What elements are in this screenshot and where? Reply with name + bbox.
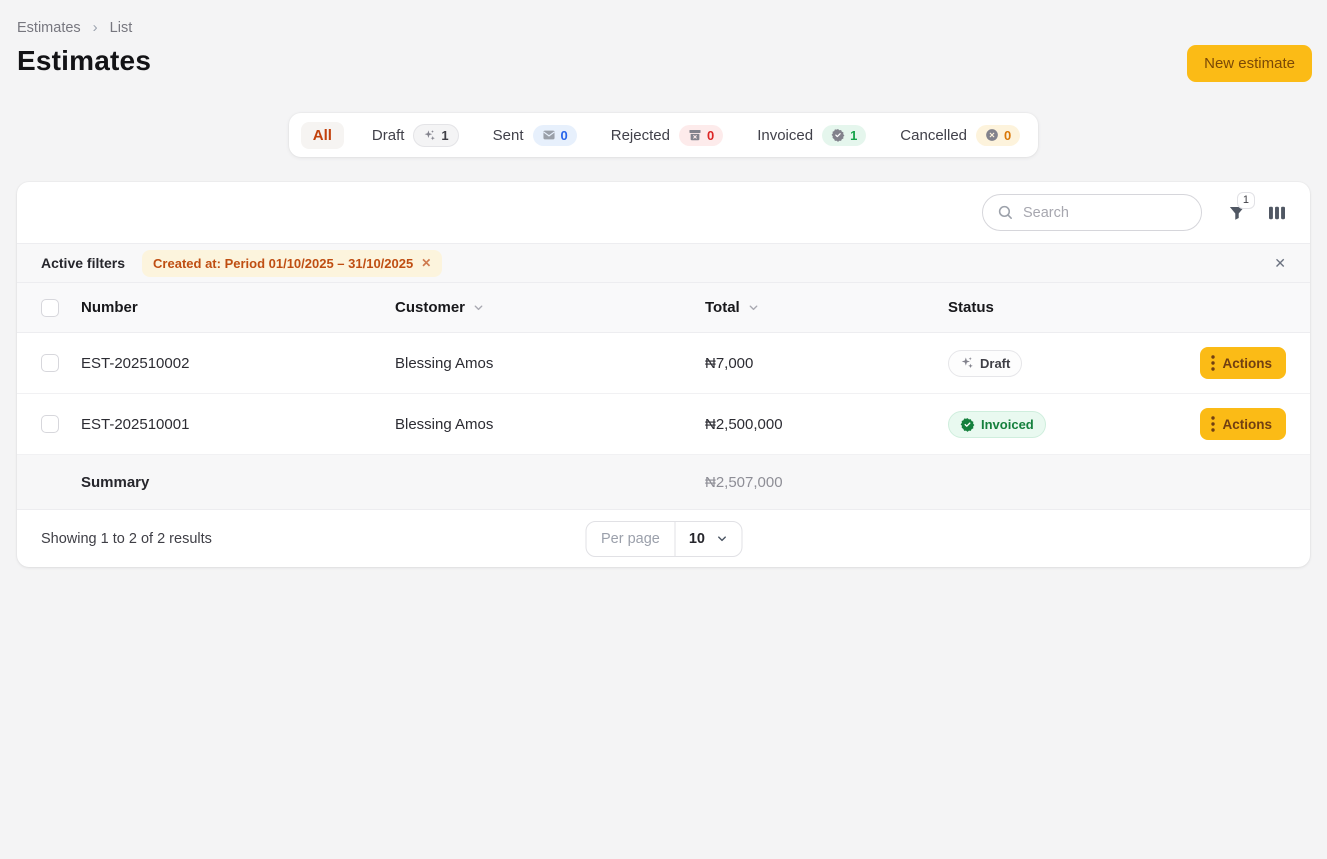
tab-all[interactable]: All [301,122,344,149]
tab-cancelled-count-badge: 0 [976,125,1020,146]
tab-cancelled[interactable]: Cancelled 0 [894,120,1026,151]
breadcrumb-estimates[interactable]: Estimates [17,20,81,36]
tab-invoiced[interactable]: Invoiced 1 [751,120,872,151]
column-header-status: Status [948,299,1190,316]
actions-button[interactable]: Actions [1200,408,1286,440]
chevron-down-icon[interactable] [747,301,760,314]
dots-vertical-icon [1211,416,1215,432]
status-cell: Invoiced [948,411,1190,438]
column-header-customer[interactable]: Customer [395,299,705,316]
tab-rejected-count: 0 [707,128,714,143]
tab-draft-count-badge: 1 [413,124,458,147]
status-tabs-wrap: All Draft 1 Sent 0 [17,113,1310,157]
status-cell: Draft [948,350,1190,377]
active-filters-label: Active filters [41,255,125,271]
per-page-control: Per page 10 [585,521,742,557]
new-estimate-button[interactable]: New estimate [1187,45,1312,82]
filter-count-badge: 1 [1237,192,1255,209]
tab-sent[interactable]: Sent 0 [487,120,583,151]
breadcrumb-list[interactable]: List [110,20,133,36]
columns-button[interactable] [1268,205,1286,221]
columns-icon [1268,205,1286,221]
envelope-icon [542,128,556,142]
status-badge-invoiced: Invoiced [948,411,1046,438]
tab-rejected-count-badge: 0 [679,125,723,146]
row-checkbox[interactable] [41,354,59,372]
toolbar-icons: 1 [1228,204,1286,222]
estimates-table-card: 1 Active filters Created at: Period 01/1… [17,182,1310,567]
tab-invoiced-count: 1 [850,128,857,143]
search-input[interactable] [1023,205,1187,221]
estimate-total: ₦7,000 [705,355,948,372]
filter-chip-close-icon[interactable]: ✕ [421,257,431,269]
filter-chip-text: Created at: Period 01/10/2025 – 31/10/20… [153,256,413,271]
tab-invoiced-label: Invoiced [757,127,813,144]
sparkles-icon [423,129,436,142]
tab-cancelled-count: 0 [1004,128,1011,143]
tab-sent-count-badge: 0 [533,125,577,146]
status-badge-draft: Draft [948,350,1022,377]
summary-total: ₦2,507,000 [705,474,948,491]
tab-draft-label: Draft [372,127,405,144]
estimate-number: EST-202510002 [81,355,395,372]
summary-label: Summary [81,474,395,491]
row-checkbox[interactable] [41,415,59,433]
estimate-customer: Blessing Amos [395,355,705,372]
column-header-total[interactable]: Total [705,299,948,316]
badge-check-icon [831,128,845,142]
estimates-page: Estimates › List Estimates New estimate … [0,0,1327,567]
tab-invoiced-count-badge: 1 [822,125,866,146]
clear-filters-close-icon[interactable]: ✕ [1274,255,1286,272]
active-filters-bar: Active filters Created at: Period 01/10/… [17,243,1310,283]
table-row: EST-202510002 Blessing Amos ₦7,000 Draft… [17,333,1310,394]
tab-rejected-label: Rejected [611,127,670,144]
per-page-select[interactable]: 10 [676,522,741,556]
select-all-checkbox[interactable] [41,299,59,317]
tab-all-label: All [313,127,332,144]
column-header-number: Number [81,299,395,316]
page-title: Estimates [17,45,1310,77]
actions-button[interactable]: Actions [1200,347,1286,379]
summary-row: Summary ₦2,507,000 [17,455,1310,510]
search-icon [997,204,1014,221]
x-circle-icon [985,128,999,142]
search-box [982,194,1202,231]
breadcrumb-separator-icon: › [93,19,98,36]
table-header-row: Number Customer Total Status [17,283,1310,333]
dots-vertical-icon [1211,355,1215,371]
per-page-label: Per page [586,522,676,556]
tab-cancelled-label: Cancelled [900,127,967,144]
filter-chip-created-at[interactable]: Created at: Period 01/10/2025 – 31/10/20… [142,250,442,277]
table-toolbar: 1 [17,182,1310,243]
sparkles-icon [960,356,974,370]
filter-button[interactable]: 1 [1228,204,1246,222]
results-count-text: Showing 1 to 2 of 2 results [41,531,212,547]
tab-sent-label: Sent [493,127,524,144]
status-tabs: All Draft 1 Sent 0 [289,113,1039,157]
estimate-number: EST-202510001 [81,416,395,433]
archive-x-icon [688,128,702,142]
tab-draft[interactable]: Draft 1 [366,119,465,152]
estimate-total: ₦2,500,000 [705,416,948,433]
chevron-down-icon [715,532,728,545]
chevron-down-icon[interactable] [472,301,485,314]
estimate-customer: Blessing Amos [395,416,705,433]
tab-draft-count: 1 [441,128,448,143]
table-footer: Showing 1 to 2 of 2 results Per page 10 [17,510,1310,567]
tab-sent-count: 0 [561,128,568,143]
tab-rejected[interactable]: Rejected 0 [605,120,729,151]
table-row: EST-202510001 Blessing Amos ₦2,500,000 I… [17,394,1310,455]
breadcrumb: Estimates › List [17,0,1310,36]
badge-check-icon [960,417,975,432]
